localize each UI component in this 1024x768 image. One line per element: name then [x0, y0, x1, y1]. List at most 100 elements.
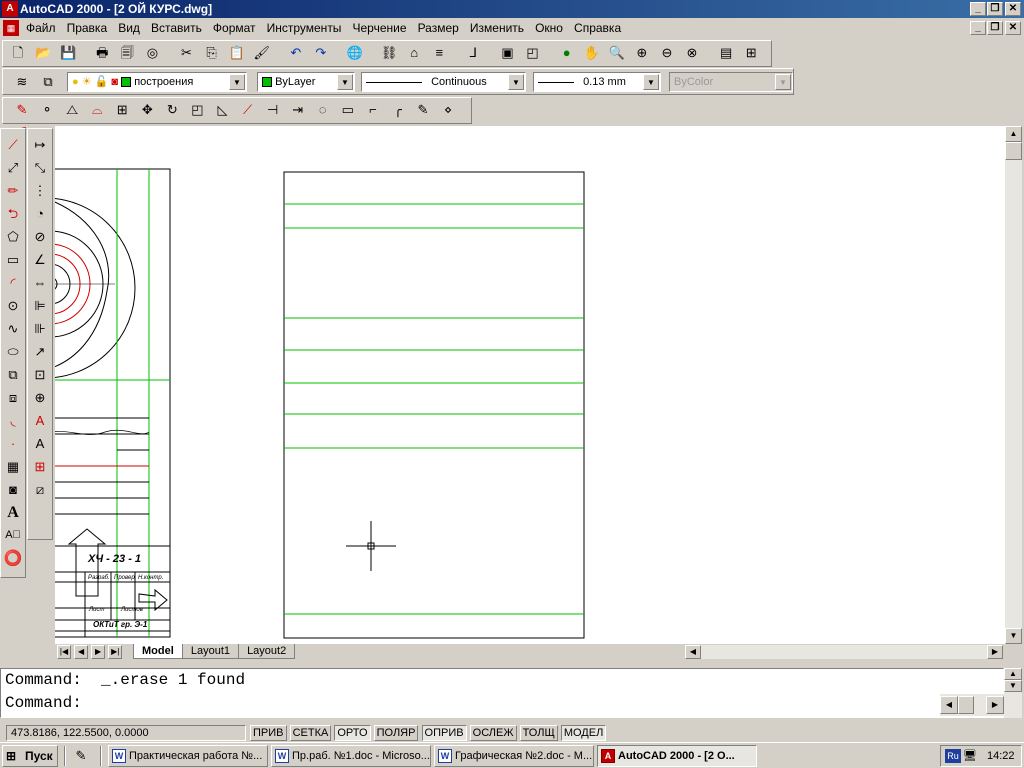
linear-dimension-icon[interactable]: ↦ [28, 133, 52, 156]
rotate-icon[interactable]: ↻ [161, 99, 183, 121]
make-block-icon[interactable]: ⧈ [1, 386, 25, 409]
ucs-icon[interactable]: ⅃ [462, 42, 484, 64]
dimension-text-edit-icon[interactable]: A [28, 432, 52, 455]
text-icon[interactable]: A [1, 501, 25, 524]
snap-toggle[interactable]: ПРИВ [250, 725, 287, 741]
start-button[interactable]: ⊞ Пуск [2, 745, 58, 767]
scroll-thumb[interactable] [958, 696, 974, 714]
clock[interactable]: 14:22 [987, 749, 1015, 763]
polyline-icon[interactable]: ⮌ [1, 202, 25, 225]
tracking-icon[interactable]: ≡ [428, 42, 450, 64]
web-icon[interactable]: 🌐 [344, 42, 366, 64]
linetype-dropdown[interactable]: Continuous ▼ [361, 72, 526, 92]
scroll-left-icon[interactable]: ◀ [940, 696, 958, 714]
print-icon[interactable]: 🖶 [91, 42, 113, 64]
menu-draw[interactable]: Черчение [349, 18, 411, 38]
center-mark-icon[interactable]: ⊕ [28, 386, 52, 409]
next-tab-icon[interactable]: ▶ [91, 645, 106, 659]
scroll-down-icon[interactable]: ▼ [1005, 628, 1022, 644]
scroll-up-icon[interactable]: ▲ [1004, 668, 1022, 680]
maximize-button[interactable]: ❐ [987, 2, 1003, 16]
menu-tools[interactable]: Инструменты [263, 18, 346, 38]
autocad-app-icon[interactable]: A [2, 1, 18, 17]
named-views-icon[interactable]: ▣ [497, 42, 519, 64]
scale-icon[interactable]: ◰ [186, 99, 208, 121]
hatch-icon[interactable]: ▦ [1, 455, 25, 478]
multiline-text-icon[interactable]: A⃞ [1, 524, 25, 547]
taskbar-item-word-practical[interactable]: W Практическая работа №... [108, 745, 268, 767]
doc-minimize-button[interactable]: _ [970, 21, 986, 35]
quick-dimension-icon[interactable]: ⇔ [28, 271, 52, 294]
insert-block-icon[interactable]: ⧉ [1, 363, 25, 386]
command-line[interactable]: Command: _.erase 1 found Command: [0, 668, 1004, 718]
coordinates-display[interactable]: 473.8186, 122.5500, 0.0000 [6, 725, 246, 741]
menu-view[interactable]: Вид [114, 18, 144, 38]
osnap-toggle[interactable]: ОПРИВ [421, 725, 467, 741]
last-tab-icon[interactable]: ▶| [108, 645, 123, 659]
explode-icon[interactable]: ✎ [412, 99, 434, 121]
diameter-dimension-icon[interactable]: ⊘ [28, 225, 52, 248]
chevron-down-icon[interactable]: ▼ [337, 74, 353, 90]
lineweight-dropdown[interactable]: 0.13 mm ▼ [533, 72, 661, 92]
circle-icon[interactable]: ⊙ [1, 294, 25, 317]
scroll-right-icon[interactable]: ▶ [986, 696, 1004, 714]
otrack-toggle[interactable]: ОСЛЕЖ [469, 725, 517, 741]
arc-icon[interactable]: ◜ [1, 271, 25, 294]
menu-modify[interactable]: Изменить [466, 18, 528, 38]
horizontal-scrollbar[interactable]: ◀ ▶ [685, 645, 1003, 659]
region-icon[interactable]: ◙ [1, 478, 25, 501]
make-layer-current-icon[interactable]: ≋ [11, 71, 33, 93]
new-icon[interactable]: 🗋 [7, 42, 29, 64]
tab-layout2[interactable]: Layout2 [238, 644, 296, 659]
line-icon[interactable]: ⟋ [1, 133, 25, 156]
save-icon[interactable]: 💾 [57, 42, 79, 64]
lineweight-toggle[interactable]: ТОЛЩ [519, 725, 558, 741]
ellipse-arc-icon[interactable]: ◟ [1, 409, 25, 432]
menu-format[interactable]: Формат [209, 18, 260, 38]
dimension-edit-icon[interactable]: A [28, 409, 52, 432]
taskbar-item-autocad[interactable]: A AutoCAD 2000 - [2 О... [597, 745, 757, 767]
zoom-window-icon[interactable]: ⊕ [631, 42, 653, 64]
object-snap-icon[interactable]: ⌂ [403, 42, 425, 64]
tab-layout1[interactable]: Layout1 [181, 644, 239, 659]
plotstyle-dropdown[interactable]: ByColor ▼ [669, 72, 793, 92]
command-prompt[interactable]: Command: [5, 692, 1003, 715]
language-indicator[interactable]: Ru [945, 749, 961, 763]
break-icon[interactable]: ◌ [312, 99, 334, 121]
vertical-scrollbar[interactable]: ▲ ▼ [1005, 126, 1022, 644]
stretch-icon[interactable]: ◺ [212, 99, 234, 121]
menu-edit[interactable]: Правка [63, 18, 112, 38]
ellipse-icon[interactable]: ⬭ [1, 340, 25, 363]
taskbar-item-word-pr-rab[interactable]: W Пр.раб. №1.doc - Microso... [271, 745, 431, 767]
redo-icon[interactable]: ↷ [310, 42, 332, 64]
zoom-extents-icon[interactable]: ⊗ [681, 42, 703, 64]
menu-file[interactable]: Файл [22, 18, 60, 38]
command-hscrollbar[interactable]: ◀ ▶ [940, 694, 1004, 716]
angular-dimension-icon[interactable]: ∠ [28, 248, 52, 271]
chamfer-icon[interactable]: ⌐ [362, 99, 384, 121]
break-at-point-icon[interactable]: ▭ [337, 99, 359, 121]
chevron-down-icon[interactable]: ▼ [775, 74, 791, 90]
drawing-canvas[interactable]: ХЧ - 23 - 1 Разраб. Провер. Н.контр. Лис… [55, 126, 1005, 644]
prev-tab-icon[interactable]: ◀ [74, 645, 89, 659]
zoom-realtime-icon[interactable]: 🔍 [606, 42, 628, 64]
ortho-toggle[interactable]: ОРТО [334, 725, 371, 741]
insert-hyperlink-icon[interactable]: ⛓ [378, 42, 400, 64]
polygon-icon[interactable]: ⬠ [1, 225, 25, 248]
quicklaunch-icon[interactable]: ✎ [70, 745, 92, 767]
dimension-style-icon[interactable]: ⧄ [28, 478, 52, 501]
chevron-down-icon[interactable]: ▼ [229, 74, 245, 90]
scroll-down-icon[interactable]: ▼ [1004, 680, 1022, 692]
extend-icon[interactable]: ⇥ [287, 99, 309, 121]
scroll-left-icon[interactable]: ◀ [685, 645, 701, 659]
close-button[interactable]: ✕ [1005, 2, 1021, 16]
move-icon[interactable]: ✥ [136, 99, 158, 121]
layer-dropdown[interactable]: ● ☀ 🔓 ◙ построения ▼ [67, 72, 247, 92]
3d-views-icon[interactable]: ◰ [522, 42, 544, 64]
color-dropdown[interactable]: ByLayer ▼ [257, 72, 355, 92]
cut-icon[interactable]: ✂ [176, 42, 198, 64]
menu-window[interactable]: Окно [531, 18, 567, 38]
tab-model[interactable]: Model [133, 644, 183, 659]
spline-icon[interactable]: ∿ [1, 317, 25, 340]
open-icon[interactable]: 📂 [32, 42, 54, 64]
